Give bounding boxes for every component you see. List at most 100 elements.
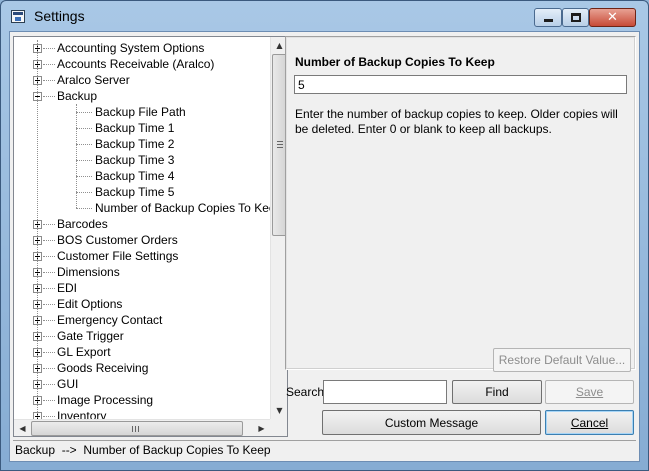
cancel-button[interactable]: Cancel <box>545 410 634 435</box>
status-path: Backup --> Number of Backup Copies To Ke… <box>15 443 271 457</box>
tree-connector <box>43 96 55 97</box>
cancel-button-label: Cancel <box>570 415 609 430</box>
window-title: Settings <box>34 8 85 24</box>
custom-message-button[interactable]: Custom Message <box>322 410 541 435</box>
minimize-button[interactable] <box>534 8 562 27</box>
tree-connector <box>43 224 55 225</box>
tree-item-label: Dimensions <box>57 265 120 279</box>
tree-item-label: Backup Time 3 <box>95 153 175 167</box>
tree-connector <box>76 208 92 209</box>
tree-connector <box>43 416 55 417</box>
tree-item[interactable]: Backup Time 2 <box>14 136 270 152</box>
tree-item-label: BOS Customer Orders <box>57 233 178 247</box>
setting-description: Enter the number of backup copies to kee… <box>295 107 618 136</box>
tree-connector <box>76 192 92 193</box>
tree-connector <box>43 288 55 289</box>
setting-value-input[interactable] <box>294 75 627 94</box>
tree-item-label: GUI <box>57 377 79 391</box>
close-icon: ✕ <box>607 10 618 25</box>
maximize-button[interactable] <box>562 8 589 27</box>
tree-connector <box>76 160 92 161</box>
tree-child-line <box>76 104 77 208</box>
tree-item-label: Barcodes <box>57 217 108 231</box>
tree-item[interactable]: Accounts Receivable (Aralco) <box>14 56 270 72</box>
tree-item[interactable]: GUI <box>14 376 270 392</box>
tree-connector <box>43 80 55 81</box>
tree-item[interactable]: Backup Time 4 <box>14 168 270 184</box>
tree-item[interactable]: Accounting System Options <box>14 40 270 56</box>
tree-item[interactable]: Backup Time 5 <box>14 184 270 200</box>
tree-item-label: Backup <box>57 89 98 103</box>
tree-connector <box>76 144 92 145</box>
tree-item-label: Backup Time 5 <box>95 185 175 199</box>
tree-item[interactable]: Goods Receiving <box>14 360 270 376</box>
tree-item-label: Number of Backup Copies To Keep <box>95 201 283 215</box>
scroll-down-arrow-icon[interactable]: ▼ <box>271 402 287 419</box>
tree-connector <box>43 384 55 385</box>
tree-rows: Accounting System Options Accounts Receiv… <box>14 40 282 424</box>
tree-connector <box>43 256 55 257</box>
tree-item[interactable]: Emergency Contact <box>14 312 270 328</box>
tree-horizontal-scrollbar[interactable]: ◀ ▶ <box>14 419 270 436</box>
tree-item[interactable]: Number of Backup Copies To Keep <box>14 200 282 216</box>
tree-item[interactable]: Gate Trigger <box>14 328 270 344</box>
scrollbar-corner <box>270 419 287 436</box>
tree-connector <box>43 368 55 369</box>
setting-detail-panel: Number of Backup Copies To Keep Enter th… <box>285 36 636 372</box>
tree-item[interactable]: Edit Options <box>14 296 270 312</box>
tree-item[interactable]: Dimensions <box>14 264 270 280</box>
settings-window: Settings ✕ Accounting System Options Acco… <box>0 0 649 471</box>
tree-connector <box>76 112 92 113</box>
thumb-grip <box>132 426 139 432</box>
title-bar[interactable]: Settings ✕ <box>1 1 648 31</box>
settings-tree[interactable]: Accounting System Options Accounts Receiv… <box>13 36 288 437</box>
tree-connector <box>43 240 55 241</box>
tree-item-label: Gate Trigger <box>57 329 124 343</box>
tree-item-label: Accounting System Options <box>57 41 205 55</box>
scroll-right-arrow-icon[interactable]: ▶ <box>253 420 270 436</box>
tree-connector <box>76 128 92 129</box>
search-input[interactable] <box>323 380 447 404</box>
tree-connector <box>43 304 55 305</box>
minimize-icon <box>543 19 553 22</box>
setting-title: Number of Backup Copies To Keep <box>295 55 495 69</box>
tree-connector <box>43 48 55 49</box>
maximize-icon <box>570 13 581 22</box>
tree-item[interactable]: BOS Customer Orders <box>14 232 270 248</box>
tree-item-label: Goods Receiving <box>57 361 149 375</box>
scroll-left-arrow-icon[interactable]: ◀ <box>14 420 31 436</box>
find-button[interactable]: Find <box>452 380 542 404</box>
tree-item[interactable]: Backup File Path <box>14 104 270 120</box>
restore-default-button[interactable]: Restore Default Value... <box>493 348 631 372</box>
tree-item[interactable]: Barcodes <box>14 216 270 232</box>
tree-item[interactable]: Backup <box>14 88 270 104</box>
tree-item-label: Backup Time 4 <box>95 169 175 183</box>
tree-item[interactable]: Image Processing <box>14 392 270 408</box>
tree-item-label: Backup File Path <box>95 105 186 119</box>
tree-item[interactable]: Backup Time 1 <box>14 120 270 136</box>
tree-item-label: GL Export <box>57 345 111 359</box>
tree-item-label: Emergency Contact <box>57 313 163 327</box>
tree-connector <box>43 400 55 401</box>
tree-item-label: EDI <box>57 281 78 295</box>
horizontal-scroll-thumb[interactable] <box>31 421 243 436</box>
tree-item-label: Edit Options <box>57 297 123 311</box>
tree-item[interactable]: Backup Time 3 <box>14 152 270 168</box>
tree-connector <box>76 176 92 177</box>
tree-item-label: Image Processing <box>57 393 154 407</box>
settings-client-area: Accounting System Options Accounts Receiv… <box>9 31 640 462</box>
tree-item-label: Backup Time 1 <box>95 121 175 135</box>
close-button[interactable]: ✕ <box>589 8 636 27</box>
status-bar: Backup --> Number of Backup Copies To Ke… <box>13 440 636 459</box>
tree-item[interactable]: Aralco Server <box>14 72 270 88</box>
tree-item-label: Aralco Server <box>57 73 130 87</box>
save-button[interactable]: Save <box>545 380 634 404</box>
tree-item[interactable]: EDI <box>14 280 270 296</box>
search-label: Search <box>286 385 325 399</box>
settings-window-icon[interactable] <box>11 10 25 23</box>
tree-item[interactable]: GL Export <box>14 344 270 360</box>
tree-item-label: Customer File Settings <box>57 249 179 263</box>
tree-item-label: Backup Time 2 <box>95 137 175 151</box>
tree-item[interactable]: Customer File Settings <box>14 248 270 264</box>
tree-connector <box>43 336 55 337</box>
